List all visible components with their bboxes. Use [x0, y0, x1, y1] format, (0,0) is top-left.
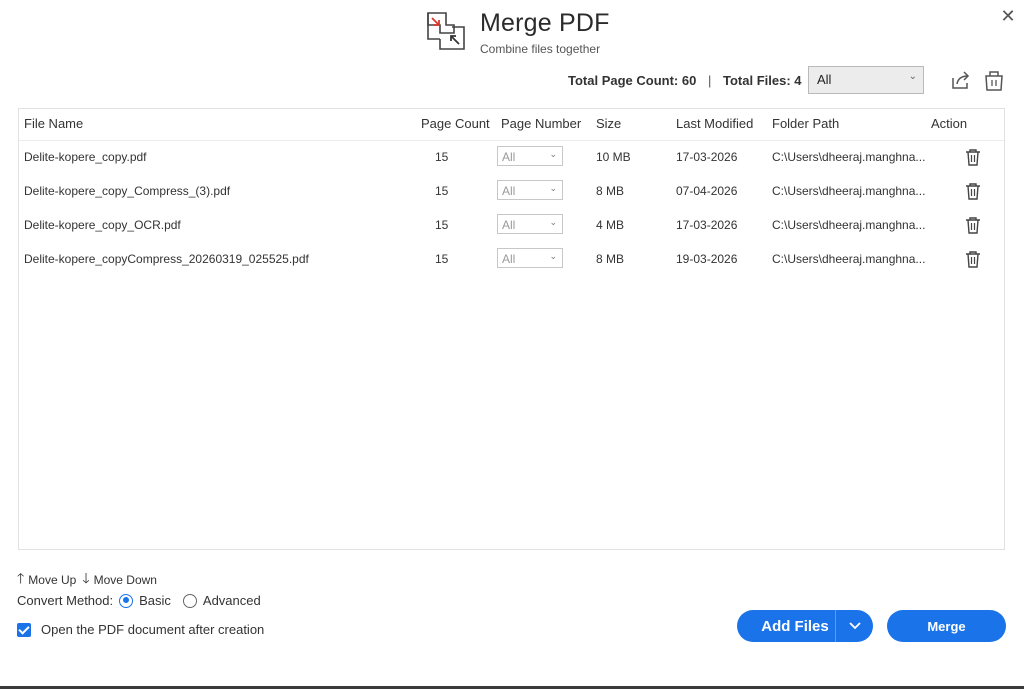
clear-list-icon[interactable]: [983, 68, 1005, 92]
col-file-name[interactable]: File Name: [24, 116, 83, 131]
convert-method-group: Convert Method: Basic Advanced: [17, 593, 273, 608]
table-row[interactable]: Delite-kopere_copy.pdf 15 All ⌄ 10 MB 17…: [19, 140, 1004, 174]
merge-pdf-logo-icon: [426, 11, 466, 51]
col-page-number[interactable]: Page Number: [501, 116, 581, 131]
open-after-option[interactable]: Open the PDF document after creation: [17, 622, 264, 637]
last-modified: 17-03-2026: [676, 150, 738, 164]
page-number-dropdown[interactable]: All ⌄: [497, 248, 563, 268]
move-down-label: Move Down: [93, 573, 157, 587]
page-number-value: All: [502, 252, 516, 266]
file-size: 4 MB: [596, 218, 625, 232]
convert-basic-option[interactable]: Basic: [119, 593, 171, 608]
chevron-down-icon: [848, 622, 861, 630]
page-count: 15: [435, 252, 449, 266]
col-last-modified[interactable]: Last Modified: [676, 116, 753, 131]
last-modified: 19-03-2026: [676, 252, 738, 266]
file-size: 8 MB: [596, 184, 625, 198]
page-count: 15: [435, 218, 449, 232]
trash-icon[interactable]: [965, 216, 981, 234]
radio-advanced[interactable]: [182, 593, 197, 608]
page-number-dropdown[interactable]: All ⌄: [497, 146, 563, 166]
page-count: 15: [435, 150, 449, 164]
total-page-count-value: 60: [681, 73, 697, 88]
col-size[interactable]: Size: [596, 116, 621, 131]
summary-separator: |: [707, 73, 712, 88]
close-icon[interactable]: ✕: [998, 6, 1018, 26]
open-after-checkbox[interactable]: [17, 622, 31, 637]
last-modified: 07-04-2026: [676, 184, 738, 198]
convert-advanced-option[interactable]: Advanced: [182, 593, 261, 608]
file-size: 10 MB: [596, 150, 631, 164]
radio-basic[interactable]: [119, 593, 134, 608]
file-filter-value: All: [817, 72, 832, 87]
summary-bar: Total Page Count: 60 | Total Files: 4: [568, 73, 802, 88]
folder-path: C:\Users\dheeraj.manghna...: [772, 252, 926, 266]
arrow-down-icon: 🡓: [82, 570, 90, 586]
total-page-count-label: Total Page Count:: [568, 73, 679, 88]
move-up-label: Move Up: [28, 573, 77, 587]
table-row[interactable]: Delite-kopere_copyCompress_20260319_0255…: [19, 242, 1004, 276]
move-up-button[interactable]: 🡑 Move Up: [17, 568, 76, 592]
total-files-value: 4: [794, 73, 802, 88]
col-page-count[interactable]: Page Count: [421, 116, 490, 131]
file-size: 8 MB: [596, 252, 625, 266]
file-name: Delite-kopere_copy_OCR.pdf: [24, 218, 181, 232]
move-controls: 🡑 Move Up 🡓 Move Down: [17, 568, 163, 592]
table-row[interactable]: Delite-kopere_copy_Compress_(3).pdf 15 A…: [19, 174, 1004, 208]
file-name: Delite-kopere_copy_Compress_(3).pdf: [24, 184, 231, 198]
chevron-down-icon: ⌄: [549, 217, 557, 227]
convert-advanced-label: Advanced: [202, 593, 261, 608]
folder-path: C:\Users\dheeraj.manghna...: [772, 184, 926, 198]
convert-basic-label: Basic: [139, 593, 171, 608]
open-after-label: Open the PDF document after creation: [41, 622, 265, 637]
col-action: Action: [931, 116, 968, 131]
add-files-split-button: Add Files: [737, 610, 873, 642]
add-files-button[interactable]: Add Files: [737, 610, 835, 642]
app-subtitle: Combine files together: [480, 42, 601, 56]
chevron-down-icon: ⌄: [549, 251, 557, 261]
trash-icon[interactable]: [965, 182, 981, 200]
page-number-dropdown[interactable]: All ⌄: [497, 214, 563, 234]
page-number-value: All: [502, 218, 516, 232]
total-files-label: Total Files:: [723, 73, 791, 88]
page-number-value: All: [502, 150, 516, 164]
add-files-dropdown[interactable]: [836, 610, 873, 642]
last-modified: 17-03-2026: [676, 218, 738, 232]
folder-path: C:\Users\dheeraj.manghna...: [772, 150, 926, 164]
page-number-dropdown[interactable]: All ⌄: [497, 180, 563, 200]
merge-button[interactable]: Merge: [887, 610, 1006, 642]
arrow-up-icon: 🡑: [17, 570, 25, 586]
chevron-down-icon: ⌄: [549, 183, 557, 193]
file-name: Delite-kopere_copyCompress_20260319_0255…: [24, 252, 309, 266]
share-export-icon[interactable]: [950, 69, 972, 91]
file-name: Delite-kopere_copy.pdf: [24, 150, 147, 164]
move-down-button[interactable]: 🡓 Move Down: [82, 568, 157, 592]
trash-icon[interactable]: [965, 148, 981, 166]
page-number-value: All: [502, 184, 516, 198]
chevron-down-icon: ⌄: [549, 149, 557, 159]
folder-path: C:\Users\dheeraj.manghna...: [772, 218, 926, 232]
chevron-down-icon: ⌄: [908, 71, 917, 82]
file-filter-dropdown[interactable]: All ⌄: [808, 66, 924, 94]
col-folder-path[interactable]: Folder Path: [772, 116, 839, 131]
table-row[interactable]: Delite-kopere_copy_OCR.pdf 15 All ⌄ 4 MB…: [19, 208, 1004, 242]
trash-icon[interactable]: [965, 250, 981, 268]
page-count: 15: [435, 184, 449, 198]
app-title: Merge PDF: [480, 9, 610, 37]
convert-method-label: Convert Method:: [17, 593, 114, 608]
